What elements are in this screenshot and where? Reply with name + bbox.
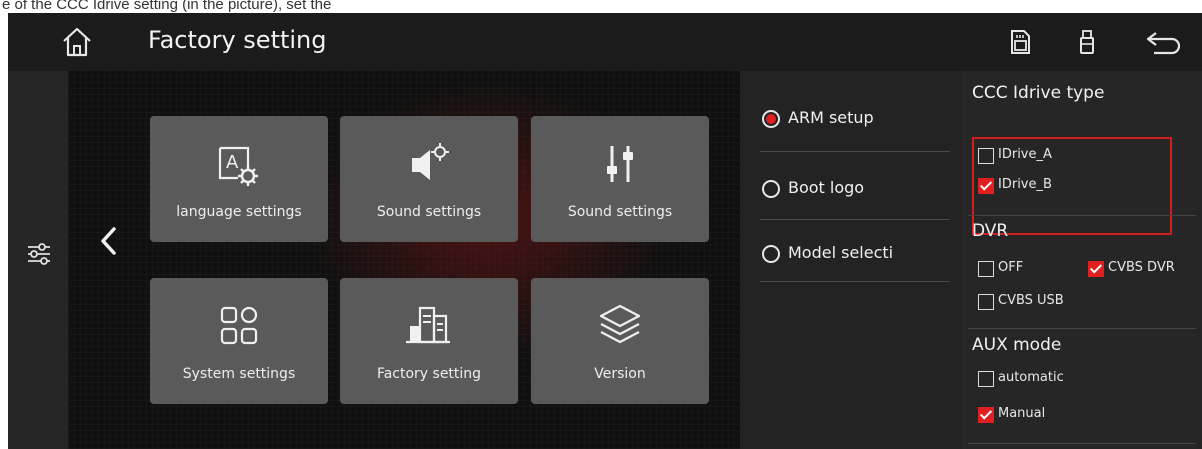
tile-sound-settings[interactable]: Sound settings bbox=[340, 116, 518, 242]
tile-label: Factory setting bbox=[376, 366, 482, 382]
radio-unselected[interactable] bbox=[762, 180, 780, 198]
checkbox-box-checked[interactable] bbox=[978, 178, 994, 194]
sliders-icon[interactable] bbox=[24, 239, 54, 269]
divider bbox=[968, 328, 1196, 329]
sd-card-icon[interactable] bbox=[1004, 27, 1034, 57]
divider bbox=[968, 443, 1196, 444]
svg-text:A: A bbox=[226, 152, 239, 173]
radio-unselected[interactable] bbox=[762, 245, 780, 263]
checkbox-label: IDrive_B bbox=[998, 177, 1052, 192]
menu-item-model-select[interactable]: Model selecti bbox=[762, 243, 942, 305]
tile-system-settings[interactable]: System settings bbox=[150, 278, 328, 404]
checkbox-box-checked[interactable] bbox=[978, 407, 994, 423]
menu-item-arm-setup[interactable]: ARM setup bbox=[762, 108, 942, 170]
divider bbox=[760, 151, 950, 152]
menu-item-label: Model selecti bbox=[788, 243, 894, 262]
checkbox-box[interactable] bbox=[978, 148, 994, 164]
tile-label: Sound settings bbox=[567, 204, 673, 220]
settings-grid: A language settings Sound settings Sound… bbox=[68, 71, 740, 449]
tile-language-settings[interactable]: A language settings bbox=[150, 116, 328, 242]
divider bbox=[760, 219, 950, 220]
chevron-left-icon[interactable] bbox=[92, 221, 126, 261]
tile-label: Version bbox=[594, 366, 646, 382]
return-arrow-icon[interactable] bbox=[1144, 27, 1184, 57]
menu-item-boot-logo[interactable]: Boot logo bbox=[762, 178, 942, 240]
equalizer-icon bbox=[607, 146, 633, 182]
head-unit-screen: Factory setting A language settings Soun… bbox=[8, 13, 1202, 449]
checkbox-box[interactable] bbox=[978, 294, 994, 310]
tile-factory-setting[interactable]: Factory setting bbox=[340, 278, 518, 404]
factory-menu: ARM setup Boot logo Model selecti bbox=[740, 71, 962, 449]
layers-icon bbox=[599, 304, 641, 344]
usb-icon[interactable] bbox=[1072, 27, 1102, 57]
grid-apps-icon bbox=[220, 306, 258, 345]
settings-panel: CCC Idrive type IDrive_A IDrive_B DVR OF… bbox=[962, 71, 1202, 449]
divider bbox=[760, 281, 950, 282]
checkbox-label: automatic bbox=[998, 370, 1064, 385]
speaker-gear-icon bbox=[412, 143, 449, 180]
checkbox-label: OFF bbox=[998, 260, 1024, 275]
menu-item-label: ARM setup bbox=[788, 108, 874, 127]
language-icon: A bbox=[218, 146, 258, 186]
top-bar: Factory setting bbox=[8, 13, 1202, 71]
divider bbox=[968, 215, 1196, 216]
checkbox-label: IDrive_A bbox=[998, 147, 1052, 162]
tile-label: System settings bbox=[182, 366, 296, 382]
checkbox-label: CVBS DVR bbox=[1108, 260, 1175, 275]
factory-building-icon bbox=[406, 306, 450, 344]
menu-item-label: Boot logo bbox=[788, 178, 865, 197]
page-title: Factory setting bbox=[148, 26, 327, 54]
checkbox-label: Manual bbox=[998, 406, 1046, 421]
tile-sound-settings-eq[interactable]: Sound settings bbox=[531, 116, 709, 242]
tile-label: Sound settings bbox=[376, 204, 482, 220]
aux-mode-title: AUX mode bbox=[972, 335, 1062, 355]
checkbox-box[interactable] bbox=[978, 371, 994, 387]
checkbox-label: CVBS USB bbox=[998, 293, 1064, 308]
tile-version[interactable]: Version bbox=[531, 278, 709, 404]
caption-fragment: e of the CCC Idrive setting (in the pict… bbox=[2, 0, 332, 13]
left-strip bbox=[8, 71, 68, 449]
dvr-title: DVR bbox=[972, 221, 1009, 241]
radio-selected[interactable] bbox=[762, 110, 780, 128]
tile-label: language settings bbox=[176, 204, 302, 220]
checkbox-box[interactable] bbox=[978, 261, 994, 277]
checkbox-box-checked[interactable] bbox=[1088, 261, 1104, 277]
idrive-type-title: CCC Idrive type bbox=[972, 83, 1105, 103]
home-icon[interactable] bbox=[60, 25, 94, 59]
